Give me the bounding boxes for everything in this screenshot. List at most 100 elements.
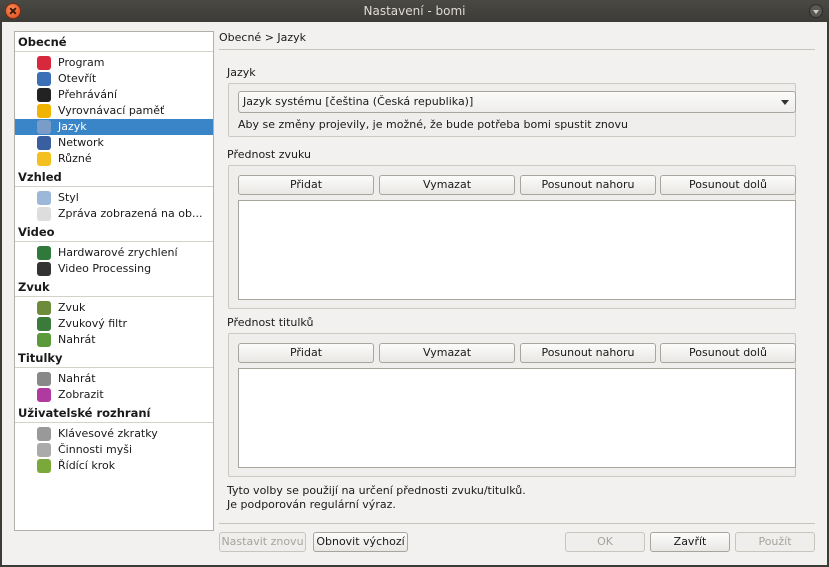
- sidebar-item-label: Hardwarové zrychlení: [58, 246, 178, 259]
- video-icon: [37, 262, 51, 276]
- sidebar-item-label: Zpráva zobrazená na ob...: [58, 207, 203, 220]
- priority-note-line2: Je podporován regulární výraz.: [227, 498, 396, 511]
- sidebar-item-label: Přehrávání: [58, 88, 118, 101]
- osd-icon: [37, 207, 51, 221]
- sidebar-item[interactable]: Nahrát: [15, 332, 213, 348]
- language-icon: [37, 120, 51, 134]
- subtitle-priority-list[interactable]: [238, 368, 796, 468]
- sidebar-item[interactable]: Klávesové zkratky: [15, 426, 213, 442]
- sidebar-item[interactable]: Různé: [15, 151, 213, 167]
- reset-button[interactable]: Nastavit znovu: [219, 532, 306, 552]
- window-menu-icon[interactable]: [809, 4, 823, 18]
- sidebar-item[interactable]: Styl: [15, 190, 213, 206]
- sidebar-group-title[interactable]: Titulky: [18, 350, 63, 366]
- window-title: Nastavení - bomi: [363, 4, 466, 18]
- audio-icon: [37, 301, 51, 315]
- sidebar-item-label: Nahrát: [58, 333, 96, 346]
- sidebar-item-label: Jazyk: [58, 120, 87, 133]
- ok-button[interactable]: OK: [565, 532, 645, 552]
- sidebar-item-label: Program: [58, 56, 105, 69]
- sidebar-group-title[interactable]: Uživatelské rozhraní: [18, 405, 150, 421]
- audio-move-down-button[interactable]: Posunout dolů: [660, 175, 796, 195]
- audio-filter-icon: [37, 317, 51, 331]
- sidebar-group-divider: [15, 422, 213, 423]
- sidebar-group-divider: [15, 241, 213, 242]
- sidebar-item-label: Činnosti myši: [58, 443, 133, 456]
- sidebar-item[interactable]: Řídící krok: [15, 458, 213, 474]
- language-select[interactable]: Jazyk systému [čeština (Česká republika)…: [238, 91, 796, 113]
- sidebar-group-divider: [15, 51, 213, 52]
- breadcrumb-divider: [219, 49, 815, 50]
- sidebar-item[interactable]: Network: [15, 135, 213, 151]
- sidebar-item[interactable]: Hardwarové zrychlení: [15, 245, 213, 261]
- sidebar-item-label: Vyrovnávací paměť: [58, 104, 165, 117]
- sidebar-item-label: Video Processing: [58, 262, 152, 275]
- preferences-window: Obecné Program Otevřít Přehrávání Vyrovnávac…: [2, 22, 827, 565]
- sidebar-item[interactable]: Činnosti myši: [15, 442, 213, 458]
- sidebar-item[interactable]: Zvuk: [15, 300, 213, 316]
- control-step-icon: [37, 459, 51, 473]
- chevron-down-icon: [781, 100, 789, 105]
- sidebar-group-divider: [15, 296, 213, 297]
- subtitle-move-up-button[interactable]: Posunout nahoru: [520, 343, 656, 363]
- sidebar-item-label: Nahrát: [58, 372, 96, 385]
- audio-move-up-button[interactable]: Posunout nahoru: [520, 175, 656, 195]
- language-select-value: Jazyk systému [čeština (Česká republika)…: [243, 95, 474, 108]
- subtitle-priority-label: Přednost titulků: [227, 316, 314, 329]
- mouse-icon: [37, 443, 51, 457]
- sidebar-item-label: Zvukový filtr: [58, 317, 128, 330]
- subtitle-load-icon: [37, 372, 51, 386]
- restart-note: Aby se změny projevily, je možné, že bud…: [238, 118, 629, 131]
- sidebar-item[interactable]: Přehrávání: [15, 87, 213, 103]
- close-button[interactable]: Zavřít: [650, 532, 730, 552]
- sidebar-item[interactable]: Program: [15, 55, 213, 71]
- open-icon: [37, 72, 51, 86]
- sidebar-group-title[interactable]: Obecné: [18, 34, 67, 50]
- sidebar-item[interactable]: Video Processing: [15, 261, 213, 277]
- sidebar-group-title[interactable]: Zvuk: [18, 279, 50, 295]
- apply-button[interactable]: Použít: [735, 532, 815, 552]
- network-icon: [37, 136, 51, 150]
- subtitle-move-down-button[interactable]: Posunout dolů: [660, 343, 796, 363]
- sidebar-group-title[interactable]: Video: [18, 224, 55, 240]
- sidebar-item-label: Styl: [58, 191, 79, 204]
- sidebar-item[interactable]: Zobrazit: [15, 387, 213, 403]
- sidebar-item-label: Otevřít: [58, 72, 97, 85]
- sidebar-item-label: Řídící krok: [58, 459, 116, 472]
- sidebar-item[interactable]: Zpráva zobrazená na ob...: [15, 206, 213, 222]
- restore-defaults-button[interactable]: Obnovit výchozí: [313, 532, 408, 552]
- subtitle-remove-button[interactable]: Vymazat: [379, 343, 515, 363]
- sidebar-group-divider: [15, 186, 213, 187]
- sidebar-item[interactable]: Zvukový filtr: [15, 316, 213, 332]
- play-icon: [37, 88, 51, 102]
- sidebar-item-label: Zvuk: [58, 301, 86, 314]
- misc-icon: [37, 152, 51, 166]
- breadcrumb: Obecné > Jazyk: [219, 31, 307, 44]
- sidebar-item[interactable]: Vyrovnávací paměť: [15, 103, 213, 119]
- program-icon: [37, 56, 51, 70]
- sidebar-item[interactable]: Otevřít: [15, 71, 213, 87]
- close-window-icon[interactable]: [5, 3, 21, 19]
- sidebar-item-label: Různé: [58, 152, 92, 165]
- sidebar-item[interactable]: Nahrát: [15, 371, 213, 387]
- sidebar-item-label: Zobrazit: [58, 388, 104, 401]
- hardware-icon: [37, 246, 51, 260]
- audio-add-button[interactable]: Přidat: [238, 175, 374, 195]
- sidebar-group-divider: [15, 367, 213, 368]
- audio-priority-label: Přednost zvuku: [227, 148, 311, 161]
- keyboard-icon: [37, 427, 51, 441]
- sidebar-group-title[interactable]: Vzhled: [18, 169, 62, 185]
- settings-category-tree[interactable]: Obecné Program Otevřít Přehrávání Vyrovnávac…: [14, 31, 214, 531]
- subtitle-add-button[interactable]: Přidat: [238, 343, 374, 363]
- language-section-label: Jazyk: [227, 66, 256, 79]
- priority-note-line1: Tyto volby se použijí na určení přednost…: [227, 484, 526, 497]
- style-icon: [37, 191, 51, 205]
- cache-icon: [37, 104, 51, 118]
- sidebar-item-label: Klávesové zkratky: [58, 427, 158, 440]
- audio-priority-list[interactable]: [238, 200, 796, 300]
- sidebar-item-label: Network: [58, 136, 104, 149]
- audio-remove-button[interactable]: Vymazat: [379, 175, 515, 195]
- subtitle-display-icon: [37, 388, 51, 402]
- audio-load-icon: [37, 333, 51, 347]
- sidebar-item[interactable]: Jazyk: [15, 119, 213, 135]
